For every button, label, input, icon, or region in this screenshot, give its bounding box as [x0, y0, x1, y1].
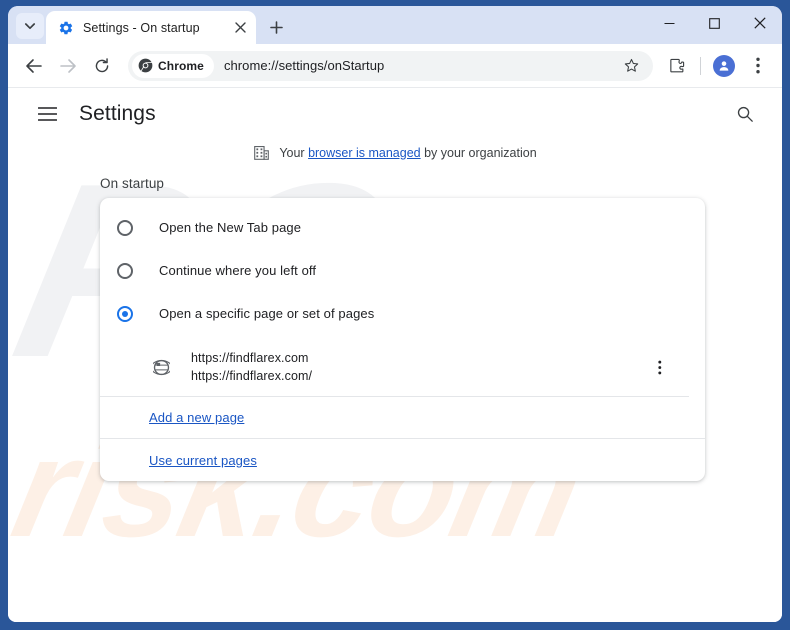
managed-notice-suffix: by your organization	[420, 145, 537, 160]
back-button[interactable]	[18, 50, 50, 82]
os-window-frame: Settings - On startup Chrome chrome://se…	[0, 0, 790, 630]
arrow-left-icon	[26, 58, 42, 73]
browser-window: Settings - On startup Chrome chrome://se…	[8, 6, 782, 622]
window-controls	[647, 6, 782, 40]
reload-button[interactable]	[86, 50, 118, 82]
building-icon	[254, 145, 270, 160]
startup-option-label: Open the New Tab page	[159, 220, 302, 235]
radio-button-selected[interactable]	[117, 305, 133, 322]
reload-icon	[95, 57, 109, 72]
three-dot-vertical-icon	[756, 57, 760, 74]
startup-option-label: Continue where you left off	[159, 263, 317, 278]
managed-browser-link[interactable]: browser is managed	[308, 146, 421, 160]
managed-browser-notice: Your browser is managed by your organiza…	[8, 144, 782, 161]
on-startup-card: Open the New Tab page Continue where you…	[100, 198, 705, 481]
address-bar-url[interactable]: chrome://settings/onStartup	[224, 58, 615, 73]
startup-option-label: Open a specific page or set of pages	[159, 306, 375, 321]
three-dot-vertical-icon	[658, 360, 662, 374]
forward-button	[52, 50, 84, 82]
radio-button[interactable]	[117, 219, 133, 236]
tab-strip: Settings - On startup	[8, 6, 782, 44]
chevron-down-icon	[24, 23, 36, 30]
startup-page-text: https://findflarex.com https://findflare…	[191, 349, 647, 385]
extensions-button[interactable]	[661, 50, 693, 82]
tab-search-button[interactable]	[16, 13, 44, 39]
gear-icon	[59, 21, 73, 34]
add-new-page-row: Add a new page	[100, 397, 705, 439]
tab-close-button[interactable]	[230, 18, 250, 38]
chrome-logo-icon	[138, 58, 153, 73]
profile-button[interactable]	[708, 50, 740, 82]
close-icon	[234, 22, 246, 33]
maximize-icon	[709, 17, 720, 29]
browser-toolbar: Chrome chrome://settings/onStartup	[8, 44, 782, 88]
settings-search-button[interactable]	[730, 99, 760, 129]
tab-title: Settings - On startup	[83, 20, 200, 35]
plus-icon	[269, 20, 283, 34]
managed-notice-prefix: Your	[279, 145, 309, 160]
add-new-page-link[interactable]: Add a new page	[149, 410, 244, 425]
new-tab-button[interactable]	[262, 13, 290, 41]
startup-option-specific-pages[interactable]: Open a specific page or set of pages	[100, 292, 705, 335]
chrome-chip: Chrome	[132, 53, 214, 78]
managed-notice-text: Your browser is managed by your organiza…	[279, 146, 536, 160]
puzzle-piece-icon	[670, 58, 685, 72]
avatar	[713, 54, 735, 77]
search-icon	[737, 106, 753, 122]
hamburger-menu-icon	[37, 107, 57, 121]
browser-menu-button[interactable]	[742, 50, 774, 82]
minimize-button[interactable]	[647, 6, 692, 40]
browser-tab[interactable]: Settings - On startup	[46, 11, 256, 44]
startup-page-row: https://findflarex.com https://findflare…	[100, 340, 689, 397]
bookmark-button[interactable]	[615, 50, 647, 82]
person-icon	[719, 60, 729, 71]
star-icon	[624, 58, 638, 72]
address-bar[interactable]: Chrome chrome://settings/onStartup	[128, 50, 653, 82]
use-current-pages-link[interactable]: Use current pages	[149, 453, 257, 468]
page-title: Settings	[79, 102, 156, 125]
settings-page: PC risk.com Settings	[8, 88, 782, 622]
minimize-icon	[664, 22, 675, 24]
hamburger-menu-button[interactable]	[32, 99, 62, 129]
section-title: On startup	[100, 176, 165, 191]
startup-page-url: https://findflarex.com/	[191, 369, 313, 383]
chrome-chip-label: Chrome	[158, 58, 204, 73]
use-current-pages-row: Use current pages	[100, 439, 705, 481]
toolbar-divider	[700, 56, 701, 75]
startup-option-continue[interactable]: Continue where you left off	[100, 249, 705, 292]
startup-page-title: https://findflarex.com	[191, 351, 309, 365]
startup-page-menu-button[interactable]	[647, 354, 673, 380]
startup-option-new-tab[interactable]: Open the New Tab page	[100, 206, 705, 249]
globe-icon	[153, 359, 170, 375]
arrow-right-icon	[60, 58, 76, 73]
close-icon	[753, 17, 766, 29]
maximize-button[interactable]	[692, 6, 737, 40]
close-window-button[interactable]	[737, 6, 782, 40]
radio-button[interactable]	[117, 262, 133, 279]
settings-header: Settings	[8, 88, 782, 140]
